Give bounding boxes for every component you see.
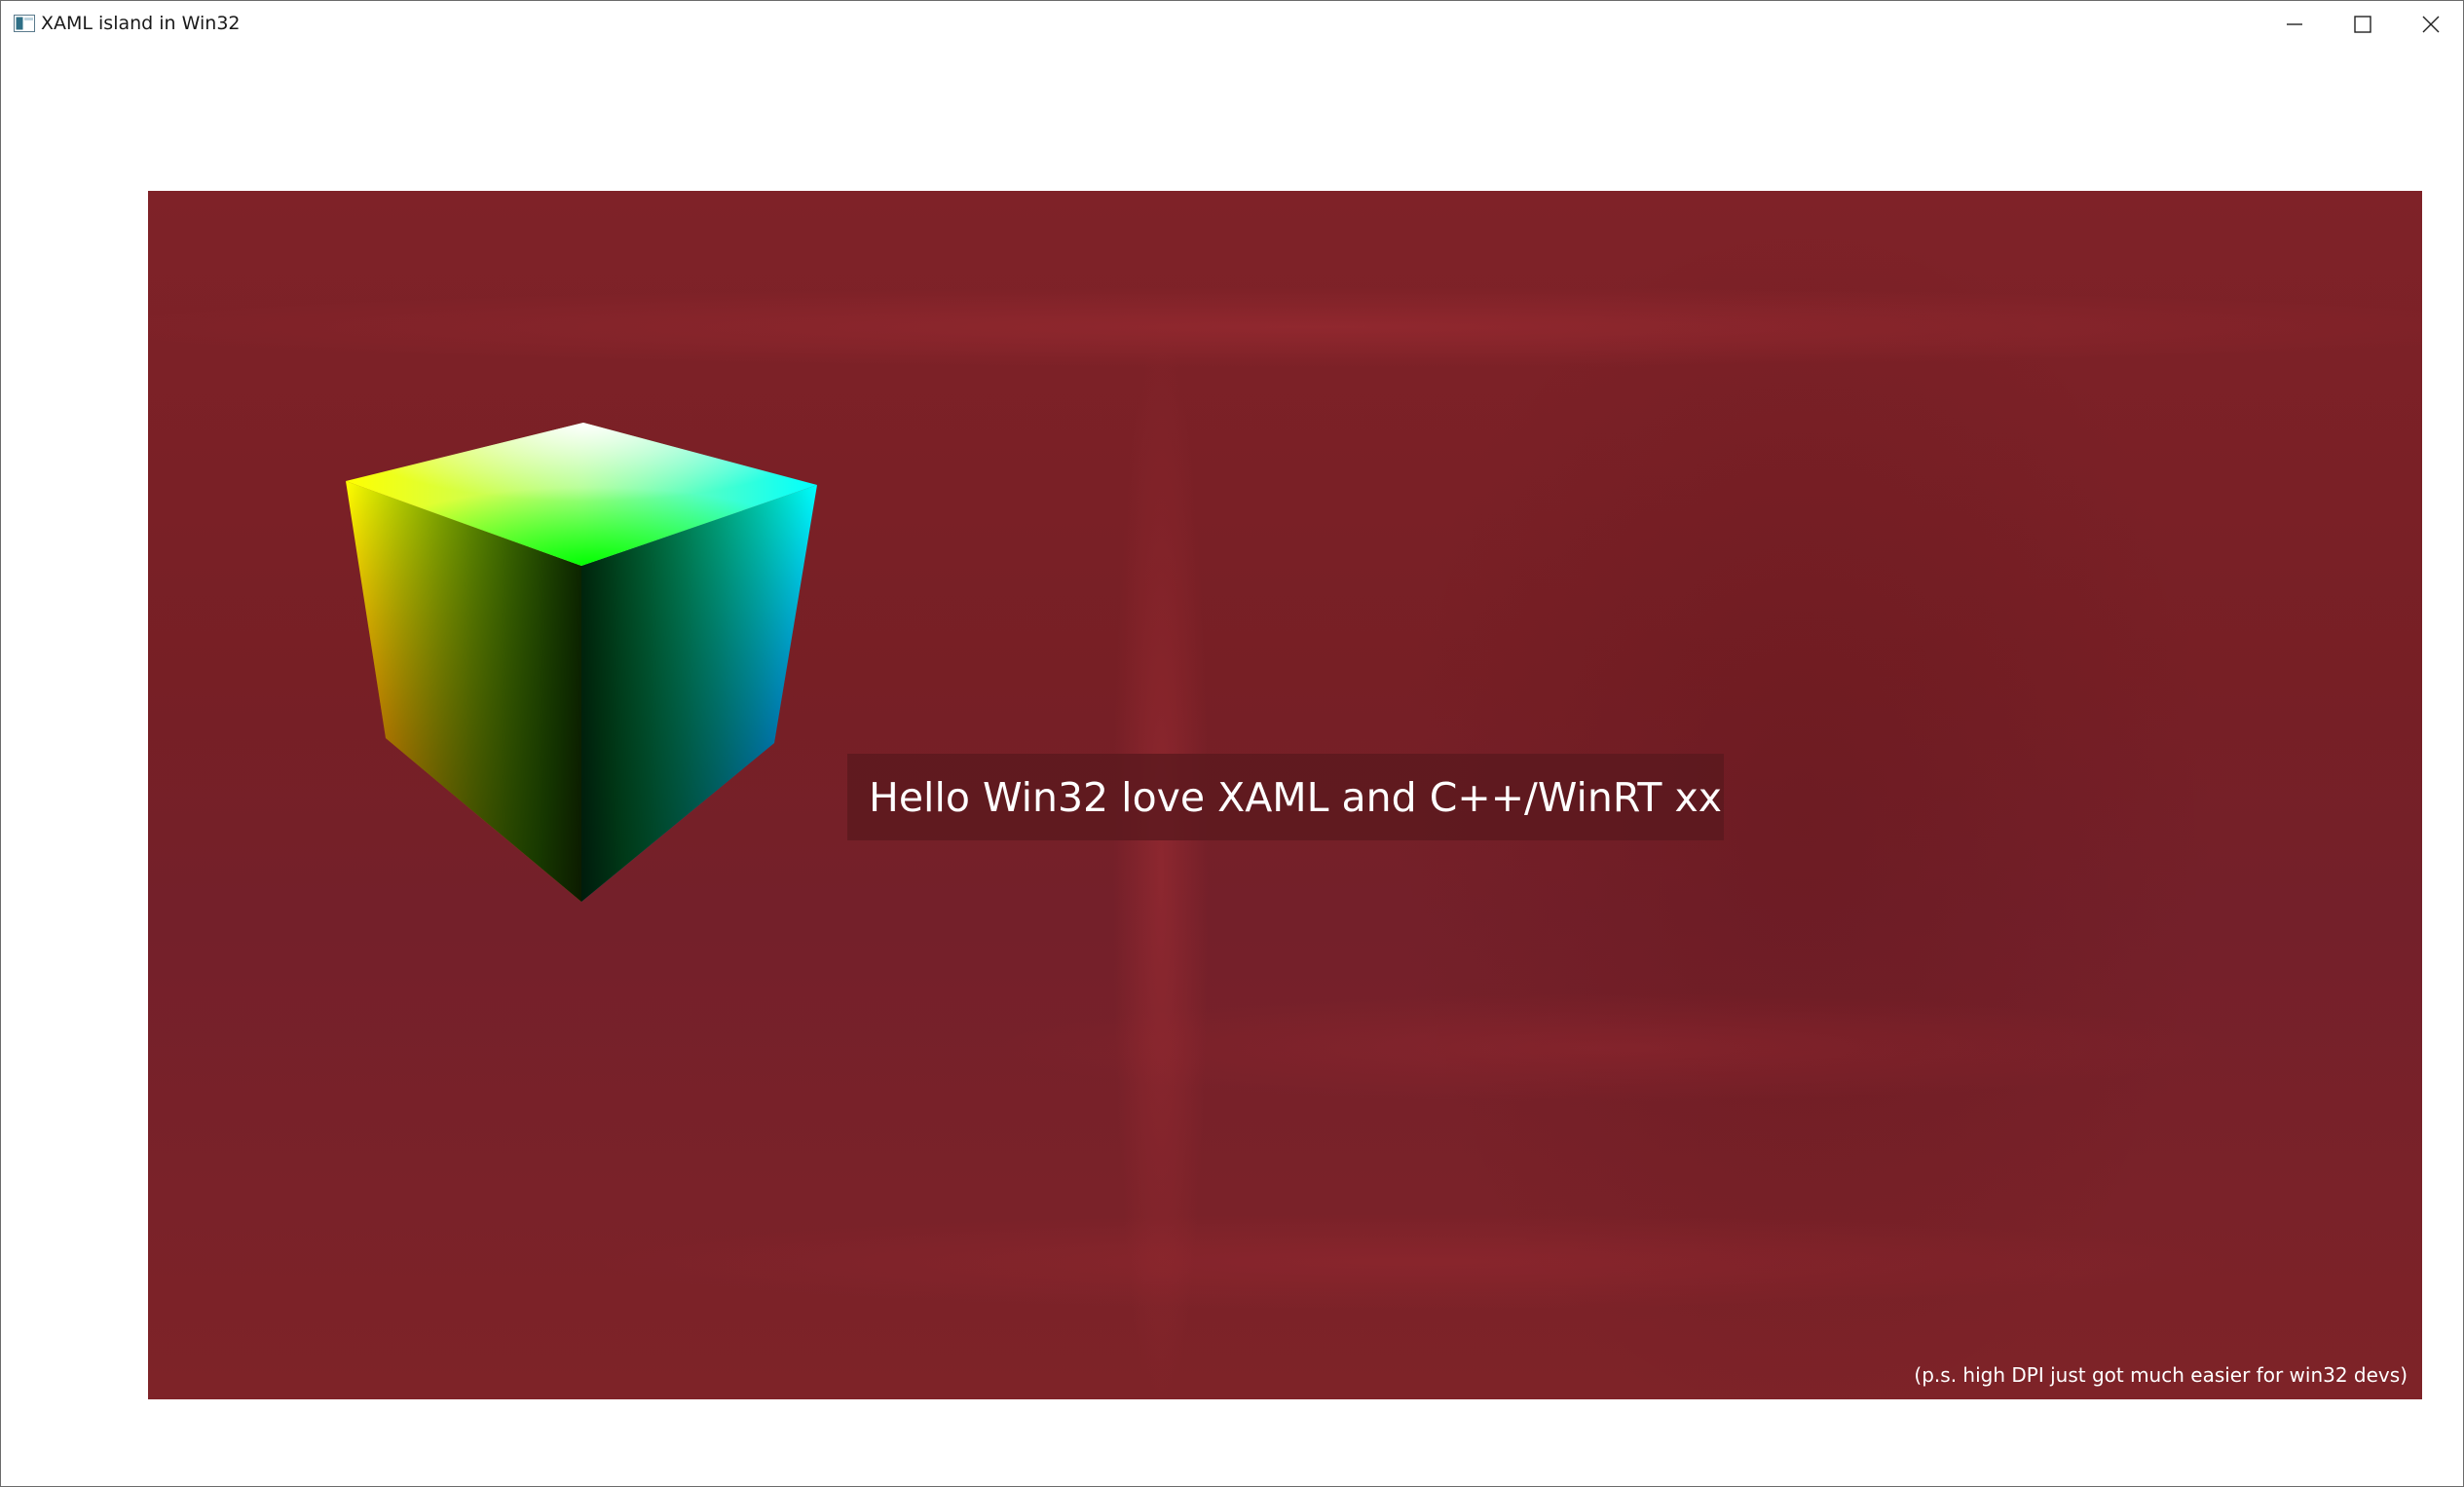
rgb-color-cube [346, 423, 817, 902]
minimize-icon [2287, 23, 2302, 25]
xaml-island-panel: Hello Win32 love XAML and C++/WinRT xx (… [148, 191, 2422, 1399]
minimize-button[interactable] [2260, 1, 2329, 48]
window-app-icon [14, 15, 35, 32]
app-window: XAML island in Win32 Hello Win32 love XA… [0, 0, 2464, 1487]
close-button[interactable] [2397, 1, 2463, 48]
close-icon [2422, 16, 2440, 33]
greeting-banner: Hello Win32 love XAML and C++/WinRT xx [847, 754, 1724, 840]
greeting-text: Hello Win32 love XAML and C++/WinRT xx [869, 773, 1722, 821]
title-bar[interactable]: XAML island in Win32 [1, 1, 2463, 48]
window-title: XAML island in Win32 [41, 13, 241, 34]
footnote-text: (p.s. high DPI just got much easier for … [1914, 1363, 2408, 1387]
maximize-button[interactable] [2329, 1, 2397, 48]
maximize-icon [2354, 16, 2371, 33]
